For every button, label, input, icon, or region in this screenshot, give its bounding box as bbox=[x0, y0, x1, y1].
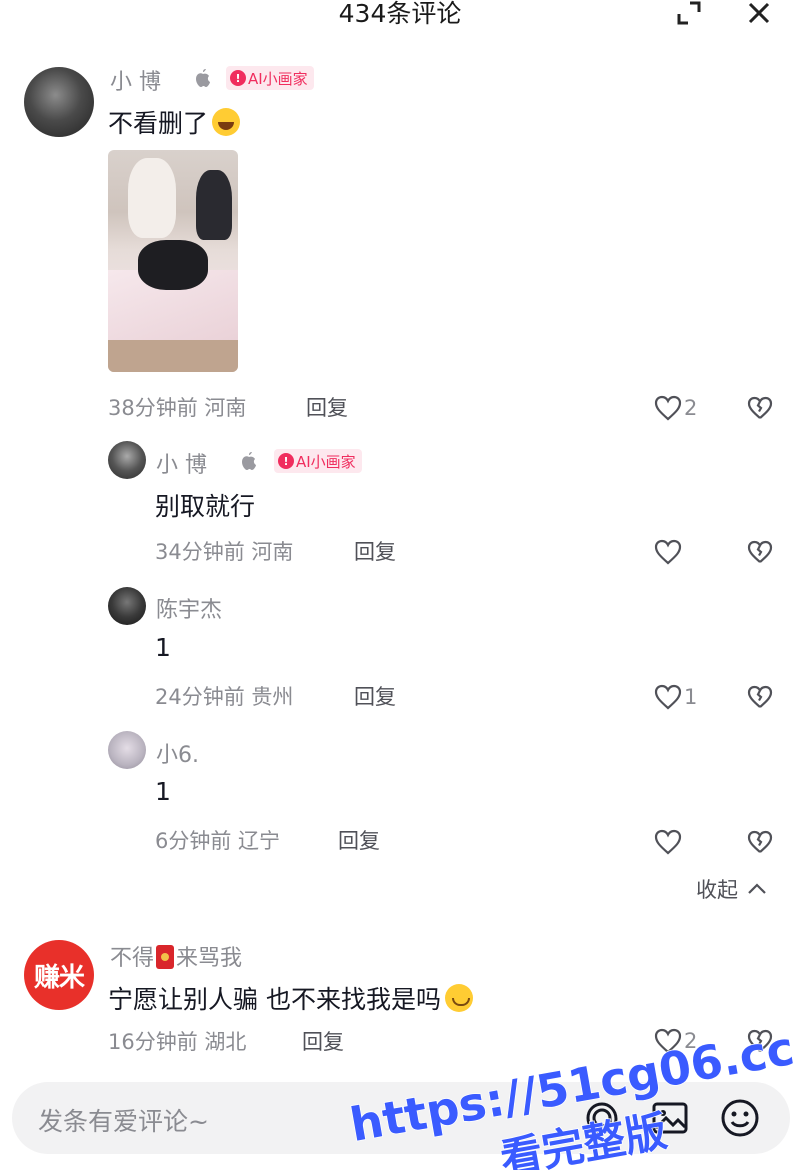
avatar[interactable] bbox=[108, 731, 146, 769]
reply-text: 别取就行 bbox=[155, 492, 256, 521]
comments-header: 434条评论 bbox=[0, 0, 800, 32]
heart-icon bbox=[654, 829, 682, 855]
collapse-label: 收起 bbox=[696, 878, 738, 902]
like-button[interactable]: 2 bbox=[654, 1028, 697, 1054]
expand-icon[interactable] bbox=[676, 0, 702, 26]
comment-text: 不看删了 bbox=[108, 104, 241, 140]
reply-author[interactable]: 小6. bbox=[156, 737, 199, 769]
author-name-part: 不得 bbox=[110, 946, 155, 971]
comment-author[interactable]: 小 博 bbox=[110, 64, 161, 96]
comment-author[interactable]: 不得 来骂我 bbox=[110, 940, 242, 972]
author-name-part: 来骂我 bbox=[176, 946, 243, 971]
avatar[interactable] bbox=[24, 67, 94, 137]
avatar[interactable] bbox=[108, 587, 146, 625]
broken-heart-icon[interactable] bbox=[747, 685, 773, 709]
like-count: 2 bbox=[684, 396, 698, 420]
emoji-icon[interactable] bbox=[718, 1096, 762, 1140]
broken-heart-icon[interactable] bbox=[747, 540, 773, 564]
comment-input-bar[interactable]: 发条有爱评论~ bbox=[12, 1082, 790, 1154]
heart-icon bbox=[654, 539, 682, 565]
like-button[interactable]: 1 bbox=[654, 684, 697, 710]
apple-icon bbox=[196, 69, 210, 87]
laugh-emoji-icon bbox=[212, 108, 241, 136]
reply-meta: 34分钟前 河南 bbox=[155, 540, 294, 564]
reply-author[interactable]: 小 博 bbox=[156, 447, 207, 479]
reply-button[interactable]: 回复 bbox=[338, 825, 380, 855]
reply-text: 1 bbox=[155, 777, 171, 806]
collapse-replies-button[interactable]: 收起 bbox=[696, 874, 768, 904]
badge-dot-icon: ! bbox=[278, 453, 294, 469]
like-button[interactable] bbox=[654, 539, 682, 565]
comment-text-content: 宁愿让别人骗 也不来找我是吗 bbox=[108, 985, 441, 1014]
close-icon[interactable] bbox=[746, 0, 772, 26]
comment-text-content: 不看删了 bbox=[108, 109, 209, 138]
red-packet-icon bbox=[156, 945, 175, 969]
comment-input[interactable]: 发条有爱评论~ bbox=[38, 1102, 209, 1138]
reply-meta: 24分钟前 贵州 bbox=[155, 685, 294, 709]
avatar[interactable]: 赚米 bbox=[24, 940, 94, 1010]
reply-button[interactable]: 回复 bbox=[302, 1026, 344, 1056]
ai-painter-badge: ! AI小画家 bbox=[274, 449, 362, 473]
like-button[interactable]: 2 bbox=[654, 395, 697, 421]
smile-emoji-icon bbox=[444, 984, 473, 1012]
heart-icon bbox=[654, 684, 682, 710]
apple-icon bbox=[242, 452, 256, 470]
like-count: 1 bbox=[684, 685, 698, 709]
comment-image[interactable] bbox=[108, 150, 238, 372]
reply-author[interactable]: 陈宇杰 bbox=[156, 592, 222, 624]
heart-icon bbox=[654, 395, 682, 421]
reply-text: 1 bbox=[155, 633, 171, 662]
heart-icon bbox=[654, 1028, 682, 1054]
ai-painter-badge: ! AI小画家 bbox=[226, 66, 314, 90]
avatar-text: 赚米 bbox=[33, 962, 85, 993]
avatar[interactable] bbox=[108, 441, 146, 479]
broken-heart-icon[interactable] bbox=[747, 396, 773, 420]
badge-label: AI小画家 bbox=[248, 69, 308, 88]
chevron-up-icon bbox=[748, 883, 766, 894]
broken-heart-icon[interactable] bbox=[747, 1029, 773, 1053]
badge-label: AI小画家 bbox=[296, 452, 356, 471]
reply-meta: 6分钟前 辽宁 bbox=[155, 829, 281, 853]
image-icon[interactable] bbox=[648, 1096, 692, 1140]
broken-heart-icon[interactable] bbox=[747, 830, 773, 854]
reply-button[interactable]: 回复 bbox=[306, 392, 348, 422]
comment-meta: 38分钟前 河南 bbox=[108, 396, 247, 420]
like-count: 2 bbox=[684, 1029, 698, 1053]
like-button[interactable] bbox=[654, 829, 682, 855]
comment-meta: 16分钟前 湖北 bbox=[108, 1030, 247, 1054]
comment-text: 宁愿让别人骗 也不来找我是吗 bbox=[108, 980, 473, 1016]
reply-button[interactable]: 回复 bbox=[354, 681, 396, 711]
badge-dot-icon: ! bbox=[230, 70, 246, 86]
at-icon[interactable] bbox=[580, 1096, 624, 1140]
reply-button[interactable]: 回复 bbox=[354, 536, 396, 566]
